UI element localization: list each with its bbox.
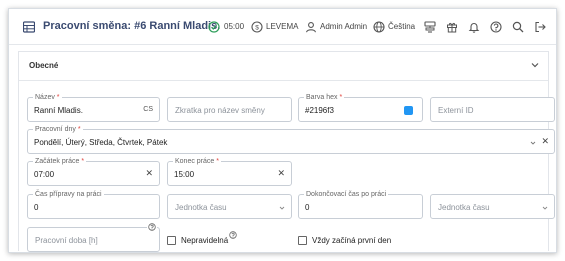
user-icon[interactable] bbox=[303, 19, 319, 35]
header-bar: Pracovní směna: #6 Ranní Mladis. 05:00 $… bbox=[9, 9, 556, 45]
globe-icon[interactable] bbox=[371, 19, 387, 35]
irregular-label: Nepravidelná bbox=[181, 236, 229, 245]
required-mark: * bbox=[216, 158, 219, 165]
prep-unit-placeholder: Jednotka času bbox=[175, 203, 227, 212]
start-time-input[interactable]: 07:00 bbox=[34, 170, 54, 179]
finish-unit-select[interactable]: Jednotka času bbox=[430, 194, 555, 219]
prep-time-input[interactable]: 0 bbox=[34, 203, 38, 212]
finish-time-field[interactable]: Dokončovací čas po práci 0 bbox=[298, 190, 423, 219]
work-days-value[interactable]: Pondělí, Úterý, Středa, Čtvrtek, Pátek bbox=[34, 138, 167, 147]
color-hex-input[interactable]: #2196f3 bbox=[305, 106, 334, 115]
name-input[interactable]: Ranní Mladis. bbox=[34, 106, 83, 115]
start-time-field[interactable]: Začátek práce * 07:00 ✕ bbox=[27, 157, 160, 186]
external-id-field[interactable]: Externí ID bbox=[430, 97, 555, 122]
help-icon[interactable] bbox=[488, 19, 504, 35]
window: Pracovní směna: #6 Ranní Mladis. 05:00 $… bbox=[8, 8, 557, 253]
work-days-field[interactable]: Pracovní dny * Pondělí, Úterý, Středa, Č… bbox=[27, 125, 555, 154]
short-name-placeholder: Zkratka pro název směny bbox=[175, 106, 265, 115]
required-mark: * bbox=[56, 94, 60, 101]
color-hex-label: Barva hex bbox=[306, 94, 338, 101]
dropdown-caret-icon[interactable] bbox=[542, 204, 548, 213]
check-circle-icon bbox=[206, 19, 222, 35]
prep-time-field[interactable]: Čas přípravy na práci 0 bbox=[27, 190, 160, 219]
color-hex-field[interactable]: Barva hex * #2196f3 bbox=[298, 93, 423, 122]
company-name[interactable]: LEVEMA bbox=[266, 22, 298, 31]
clear-icon[interactable]: ✕ bbox=[541, 137, 549, 146]
name-label: Název bbox=[35, 94, 55, 101]
clear-icon[interactable]: ✕ bbox=[277, 169, 285, 178]
logout-icon[interactable] bbox=[532, 19, 548, 35]
section-divider bbox=[19, 80, 548, 81]
required-mark: * bbox=[81, 158, 85, 165]
short-name-field[interactable]: Zkratka pro název směny bbox=[167, 97, 292, 122]
session-time: 05:00 bbox=[224, 22, 245, 31]
svg-text:$: $ bbox=[255, 24, 259, 31]
table-icon bbox=[21, 19, 37, 35]
help-icon[interactable] bbox=[229, 231, 237, 241]
name-field[interactable]: Název * Ranní Mladis. CS bbox=[27, 93, 160, 122]
collapse-chevron-icon[interactable] bbox=[530, 60, 540, 72]
work-hours-placeholder: Pracovní doba [h] bbox=[35, 236, 98, 245]
clear-icon[interactable]: ✕ bbox=[145, 169, 153, 178]
finish-unit-placeholder: Jednotka času bbox=[438, 203, 490, 212]
user-name[interactable]: Admin Admin bbox=[320, 22, 367, 31]
cash-register-icon[interactable] bbox=[422, 19, 438, 35]
end-time-input[interactable]: 15:00 bbox=[174, 170, 194, 179]
general-section: Obecné Název * Ranní Mladis. CS Zkratka … bbox=[18, 51, 555, 252]
section-title: Obecné bbox=[29, 61, 59, 70]
language-select[interactable]: Čeština bbox=[388, 22, 415, 31]
end-time-field[interactable]: Konec práce * 15:00 ✕ bbox=[167, 157, 292, 186]
work-hours-field[interactable]: Pracovní doba [h] bbox=[27, 223, 160, 252]
language-code[interactable]: CS bbox=[143, 106, 153, 113]
finish-time-label: Dokončovací čas po práci bbox=[304, 190, 389, 199]
bell-icon[interactable] bbox=[466, 19, 482, 35]
gift-icon[interactable] bbox=[444, 19, 460, 35]
end-time-label: Konec práce bbox=[175, 158, 215, 165]
dropdown-caret-icon[interactable] bbox=[530, 139, 536, 148]
required-mark: * bbox=[77, 126, 81, 133]
page-title: Pracovní směna: #6 Ranní Mladis. bbox=[43, 20, 221, 32]
always-first-day-checkbox[interactable] bbox=[298, 236, 307, 245]
search-icon[interactable] bbox=[510, 19, 526, 35]
required-mark: * bbox=[339, 94, 343, 101]
prep-time-label: Čas přípravy na práci bbox=[33, 190, 104, 199]
dropdown-caret-icon[interactable] bbox=[279, 204, 285, 213]
irregular-checkbox[interactable] bbox=[167, 236, 176, 245]
work-days-label: Pracovní dny bbox=[35, 126, 76, 133]
external-id-placeholder: Externí ID bbox=[438, 106, 474, 115]
company-icon[interactable]: $ bbox=[249, 19, 265, 35]
color-swatch[interactable] bbox=[404, 106, 413, 115]
help-icon[interactable] bbox=[147, 223, 157, 233]
always-first-day-label: Vždy začíná první den bbox=[312, 236, 392, 245]
start-time-label: Začátek práce bbox=[35, 158, 80, 165]
finish-time-input[interactable]: 0 bbox=[305, 203, 309, 212]
prep-unit-select[interactable]: Jednotka času bbox=[167, 194, 292, 219]
